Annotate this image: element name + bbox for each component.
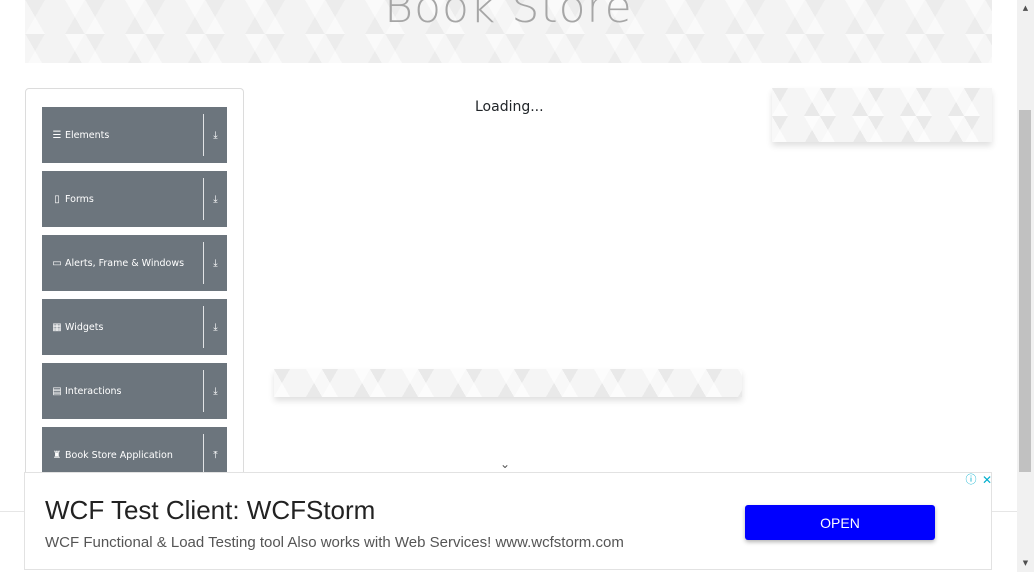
download-icon[interactable]: ⤓: [204, 322, 227, 333]
sidebar-group-alerts[interactable]: ▭ Alerts, Frame & Windows ⤓: [42, 235, 227, 291]
sidebar-group-forms[interactable]: ▯ Forms ⤓: [42, 171, 227, 227]
left-sidebar: ☰ Elements ⤓ ▯ Forms ⤓ ▭ Alerts, Frame &…: [25, 88, 244, 490]
divider: [203, 434, 204, 476]
page-banner: Book Store: [25, 0, 992, 63]
ad-description[interactable]: WCF Functional & Load Testing tool Also …: [45, 534, 624, 551]
vertical-scrollbar[interactable]: ▲ ▼: [1017, 0, 1034, 572]
document-icon: ▯: [54, 193, 60, 205]
loading-text: Loading...: [475, 99, 544, 115]
sidebar-group-label: Alerts, Frame & Windows: [65, 257, 185, 269]
divider: [203, 114, 204, 156]
hamburger-icon: ☰: [52, 129, 62, 141]
window-icon: ▭: [52, 257, 62, 269]
download-icon[interactable]: ⤓: [204, 386, 227, 397]
ad-placeholder-right: [772, 88, 992, 142]
books-icon: ♜: [52, 449, 62, 461]
info-icon[interactable]: ⓘ: [964, 473, 978, 487]
sidebar-group-interactions[interactable]: ▤ Interactions ⤓: [42, 363, 227, 419]
sidebar-group-label: Interactions: [65, 385, 122, 397]
list-icon: ▤: [52, 385, 62, 397]
divider: [203, 178, 204, 220]
download-icon[interactable]: ⤓: [204, 194, 227, 205]
scroll-down-icon[interactable]: ▼: [1017, 555, 1034, 572]
chevron-down-icon[interactable]: ⌄: [500, 457, 510, 471]
sidebar-group-elements[interactable]: ☰ Elements ⤓: [42, 107, 227, 163]
ad-open-button[interactable]: OPEN: [745, 505, 935, 540]
sidebar-group-label: Forms: [65, 193, 94, 205]
scroll-up-icon[interactable]: ▲: [1017, 0, 1034, 17]
ad-placeholder-center: [274, 369, 742, 397]
sidebar-group-widgets[interactable]: ▦ Widgets ⤓: [42, 299, 227, 355]
divider: [203, 242, 204, 284]
download-icon[interactable]: ⤓: [204, 130, 227, 141]
scrollbar-thumb[interactable]: [1019, 110, 1031, 472]
sidebar-group-label: Widgets: [65, 321, 104, 333]
sidebar-group-label: Book Store Application: [65, 449, 173, 461]
upload-icon[interactable]: ⤒: [204, 450, 227, 461]
sidebar-group-label: Elements: [65, 129, 110, 141]
divider: [203, 306, 204, 348]
page-title: Book Store: [384, 0, 633, 33]
close-icon[interactable]: ✕: [980, 473, 994, 487]
grid-icon: ▦: [52, 321, 62, 333]
download-icon[interactable]: ⤓: [204, 258, 227, 269]
ad-title[interactable]: WCF Test Client: WCFStorm: [45, 495, 375, 526]
bottom-ad-banner[interactable]: WCF Test Client: WCFStorm WCF Functional…: [24, 472, 992, 570]
divider: [203, 370, 204, 412]
